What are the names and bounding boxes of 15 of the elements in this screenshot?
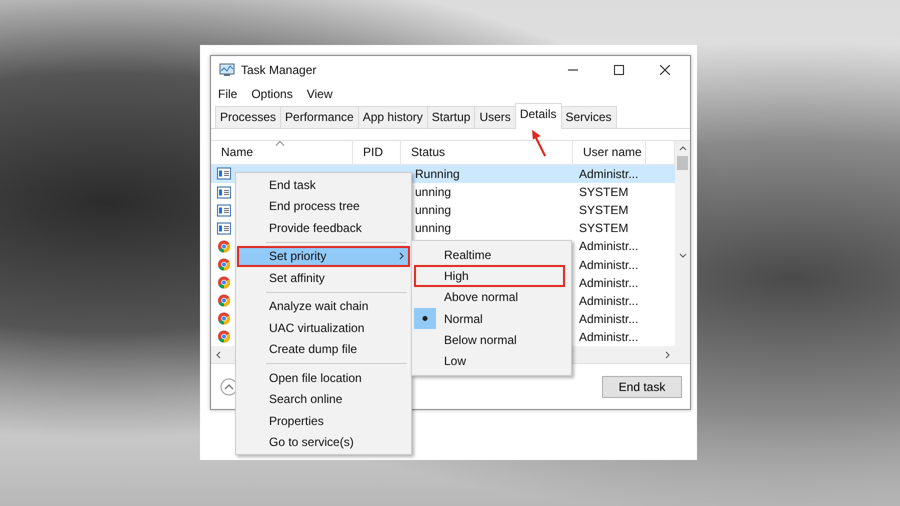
user-name-text: Administr...	[579, 330, 638, 344]
user-name-text: Administr...	[579, 276, 638, 290]
user-name-text: Administr...	[579, 166, 638, 181]
user-name-text: SYSTEM	[579, 203, 628, 218]
user-name-text: Administr...	[579, 312, 638, 326]
user-name-text: Administr...	[579, 258, 638, 272]
status-text: unning	[415, 185, 452, 200]
user-name-text: SYSTEM	[579, 185, 628, 200]
status-text: Running	[415, 166, 460, 181]
window-title: Task Manager	[241, 63, 316, 77]
status-text: unning	[415, 203, 452, 218]
status-text: unning	[415, 221, 452, 236]
user-name-text: Administr...	[579, 239, 638, 254]
user-name-text: Administr...	[579, 294, 638, 308]
user-name-text: SYSTEM	[579, 221, 628, 236]
